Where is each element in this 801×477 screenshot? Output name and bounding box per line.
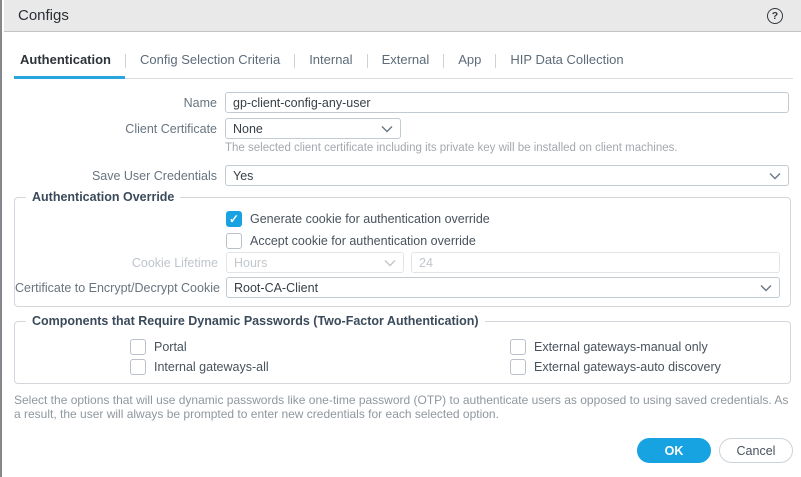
tab-bar: Authentication Config Selection Criteria… — [14, 45, 793, 79]
external-gateways-auto-label: External gateways-auto discovery — [534, 360, 721, 374]
tab-internal[interactable]: Internal — [295, 45, 366, 79]
cert-cookie-row: Certificate to Encrypt/Decrypt Cookie Ro… — [15, 277, 780, 298]
client-certificate-help: The selected client certificate includin… — [225, 142, 678, 154]
name-label: Name — [183, 95, 217, 110]
checkbox-icon[interactable] — [510, 359, 526, 375]
cancel-button[interactable]: Cancel — [719, 438, 793, 463]
tab-app[interactable]: App — [444, 45, 495, 79]
external-gateways-auto-checkbox[interactable]: External gateways-auto discovery — [405, 359, 780, 375]
save-user-credentials-label: Save User Credentials — [91, 168, 217, 183]
authentication-override-fieldset: Authentication Override Generate cookie … — [14, 190, 791, 307]
cert-cookie-select[interactable]: Root-CA-Client — [226, 277, 780, 298]
chevron-down-icon — [769, 172, 781, 179]
chevron-down-icon — [384, 259, 396, 266]
checkbox-icon[interactable] — [130, 359, 146, 375]
accept-cookie-label: Accept cookie for authentication overrid… — [250, 234, 476, 248]
chevron-down-icon — [760, 284, 772, 291]
accept-cookie-row: Accept cookie for authentication overrid… — [15, 233, 780, 249]
client-certificate-help-row: The selected client certificate includin… — [14, 139, 789, 154]
internal-gateways-all-label: Internal gateways-all — [154, 360, 269, 374]
client-certificate-label: Client Certificate — [125, 121, 217, 136]
cookie-lifetime-row: Cookie Lifetime Hours — [15, 252, 780, 273]
dialog-title: Configs — [18, 7, 69, 24]
components-fieldset: Components that Require Dynamic Password… — [14, 314, 791, 384]
save-user-credentials-select[interactable]: Yes — [225, 165, 789, 186]
portal-checkbox[interactable]: Portal — [25, 339, 405, 355]
otp-footnote: Select the options that will use dynamic… — [14, 393, 789, 421]
cert-cookie-label: Certificate to Encrypt/Decrypt Cookie — [15, 280, 220, 295]
cert-cookie-value: Root-CA-Client — [234, 280, 319, 295]
checkbox-icon[interactable] — [226, 233, 242, 249]
accept-cookie-checkbox[interactable]: Accept cookie for authentication overrid… — [226, 233, 476, 249]
external-gateways-manual-label: External gateways-manual only — [534, 340, 708, 354]
authentication-override-legend: Authentication Override — [26, 190, 181, 204]
ok-button[interactable]: OK — [637, 438, 711, 463]
generate-cookie-row: Generate cookie for authentication overr… — [15, 211, 780, 227]
cookie-lifetime-amount-input — [411, 252, 780, 273]
dialog-buttons: OK Cancel — [637, 438, 793, 463]
save-user-credentials-value: Yes — [233, 168, 254, 183]
client-certificate-row: Client Certificate None — [14, 118, 789, 139]
name-input[interactable] — [225, 92, 789, 113]
save-user-credentials-row: Save User Credentials Yes — [14, 165, 789, 186]
generate-cookie-label: Generate cookie for authentication overr… — [250, 212, 490, 226]
configs-dialog: Configs ? Authentication Config Selectio… — [0, 0, 801, 477]
generate-cookie-checkbox[interactable]: Generate cookie for authentication overr… — [226, 211, 490, 227]
chevron-down-icon — [381, 125, 393, 132]
portal-label: Portal — [154, 340, 187, 354]
dialog-titlebar: Configs ? — [4, 0, 801, 32]
tab-config-selection-criteria[interactable]: Config Selection Criteria — [126, 45, 294, 79]
checkbox-icon[interactable] — [130, 339, 146, 355]
checkbox-icon[interactable] — [510, 339, 526, 355]
internal-gateways-all-checkbox[interactable]: Internal gateways-all — [25, 359, 405, 375]
tab-external[interactable]: External — [368, 45, 444, 79]
cookie-lifetime-unit-select: Hours — [226, 252, 404, 273]
tab-authentication[interactable]: Authentication — [14, 45, 125, 79]
components-legend: Components that Require Dynamic Password… — [26, 314, 485, 328]
name-row: Name — [14, 92, 789, 113]
external-gateways-manual-checkbox[interactable]: External gateways-manual only — [405, 339, 780, 355]
help-icon[interactable]: ? — [767, 7, 783, 24]
cookie-lifetime-label: Cookie Lifetime — [131, 255, 218, 270]
tab-hip-data-collection[interactable]: HIP Data Collection — [496, 45, 637, 79]
client-certificate-value: None — [233, 121, 263, 136]
checkbox-icon[interactable] — [226, 211, 242, 227]
cookie-lifetime-unit-value: Hours — [234, 255, 268, 270]
client-certificate-select[interactable]: None — [225, 118, 401, 139]
